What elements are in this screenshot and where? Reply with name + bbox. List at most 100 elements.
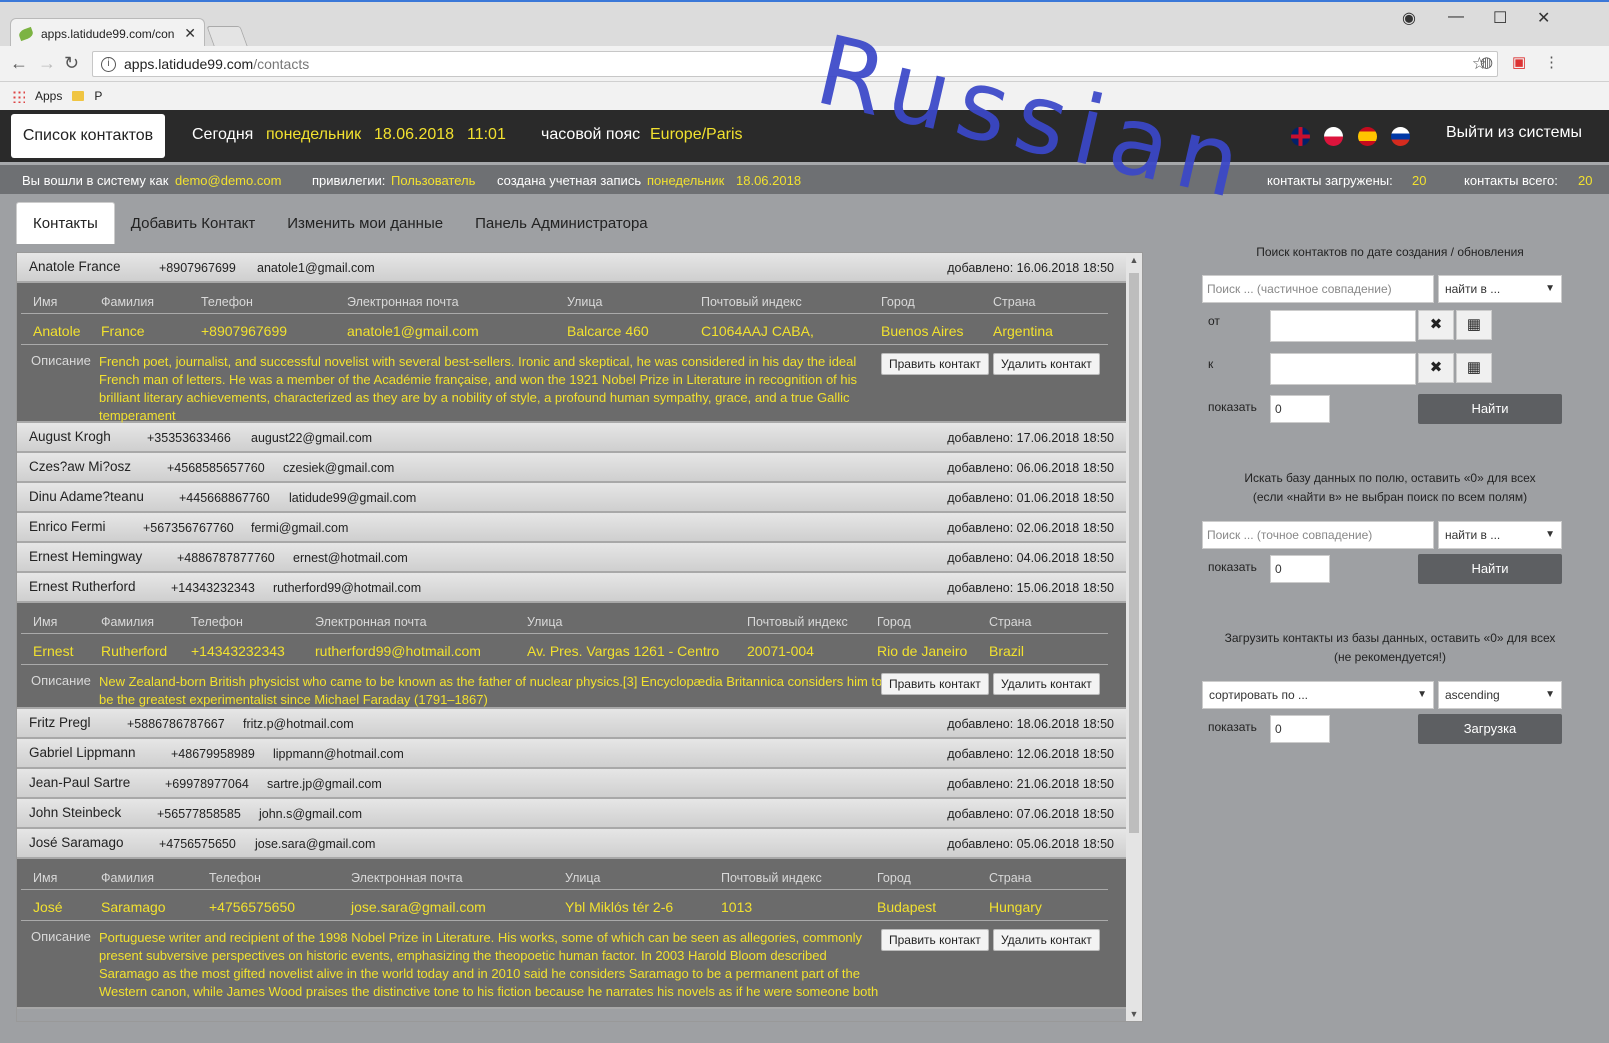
field-find-in-select[interactable]: найти в ... ▼ <box>1438 521 1562 549</box>
show-count-input[interactable]: 0 <box>1270 395 1330 423</box>
contact-row[interactable]: Ernest Hemingway +4886787877760 ernest@h… <box>17 543 1128 573</box>
clear-x-icon[interactable]: ✖ <box>1418 310 1454 340</box>
contact-name: Anatole France <box>29 259 121 274</box>
edit-contact-button[interactable]: Править контакт <box>881 673 989 695</box>
contact-name: Gabriel Lippmann <box>29 745 136 760</box>
contact-email: fritz.p@hotmail.com <box>243 717 354 731</box>
header-street: Улица <box>527 615 563 629</box>
delete-contact-button[interactable]: Удалить контакт <box>993 929 1100 951</box>
new-tab-button[interactable] <box>206 26 248 46</box>
delete-contact-button[interactable]: Удалить контакт <box>993 353 1100 375</box>
contact-row[interactable]: Gabriel Lippmann +48679958989 lippmann@h… <box>17 739 1128 769</box>
uk-flag-icon[interactable] <box>1291 127 1310 146</box>
contact-phone: +567356767760 <box>143 521 234 535</box>
contact-added: добавлено: 02.06.2018 18:50 <box>947 521 1114 535</box>
field-search-subtitle: (если «найти в» не выбран поиск по всем … <box>1252 490 1528 504</box>
date-search-input[interactable]: Поиск ... (частичное совпадение) <box>1202 275 1434 303</box>
contact-added: добавлено: 07.06.2018 18:50 <box>947 807 1114 821</box>
header-last: Фамилия <box>101 871 155 885</box>
contact-row[interactable]: Fritz Pregl +5886786787667 fritz.p@hotma… <box>17 709 1128 739</box>
edit-contact-button[interactable]: Править контакт <box>881 929 989 951</box>
created-day: понедельник <box>647 173 725 188</box>
contact-row[interactable]: Dinu Adame?teanu +445668867760 latidude9… <box>17 483 1128 513</box>
detail-last: Saramago <box>101 899 166 915</box>
back-icon[interactable]: ← <box>10 53 28 74</box>
contact-name: John Steinbeck <box>29 805 122 820</box>
load-button[interactable]: Загрузка <box>1418 714 1562 744</box>
header-first: Имя <box>33 295 58 309</box>
find-button[interactable]: Найти <box>1418 394 1562 424</box>
tab-edit-my-data[interactable]: Изменить мои данные <box>271 202 459 244</box>
delete-contact-button[interactable]: Удалить контакт <box>993 673 1100 695</box>
contact-row[interactable]: Jean-Paul Sartre +69978977064 sartre.jp@… <box>17 769 1128 799</box>
minimize-icon[interactable]: — <box>1448 8 1464 26</box>
privileges-value: Пользователь <box>391 173 476 188</box>
tab-contacts[interactable]: Контакты <box>16 202 115 244</box>
header-last: Фамилия <box>101 615 155 629</box>
detail-phone: +8907967699 <box>201 323 288 339</box>
list-scrollbar[interactable]: ▲ ▼ <box>1126 253 1142 1021</box>
contacts-list[interactable]: Anatole France +8907967699 anatole1@gmai… <box>16 252 1143 1022</box>
scroll-up-icon[interactable]: ▲ <box>1126 255 1142 265</box>
timezone-value: Europe/Paris <box>650 126 743 143</box>
contact-row[interactable]: John Steinbeck +56577858585 john.s@gmail… <box>17 799 1128 829</box>
poland-flag-icon[interactable] <box>1324 127 1343 146</box>
info-icon[interactable]: i <box>101 56 116 72</box>
sort-order-select[interactable]: ascending ▼ <box>1438 681 1562 709</box>
from-date-input[interactable] <box>1270 310 1416 342</box>
contact-name: Enrico Fermi <box>29 519 106 534</box>
sort-by-select[interactable]: сортировать по ... ▼ <box>1202 681 1434 709</box>
contact-row[interactable]: Anatole France +8907967699 anatole1@gmai… <box>17 253 1128 283</box>
profile-icon[interactable]: ◉ <box>1402 8 1416 28</box>
scroll-thumb[interactable] <box>1129 273 1139 833</box>
calendar-grid-icon[interactable]: ▦ <box>1456 310 1492 340</box>
extension-globe-icon[interactable]: ◍ <box>1480 53 1493 71</box>
menu-dots-icon[interactable]: ⋮ <box>1544 53 1559 71</box>
contact-phone: +48679958989 <box>171 747 255 761</box>
contact-name: August Krogh <box>29 429 111 444</box>
close-tab-icon[interactable]: ✕ <box>184 25 196 42</box>
contact-row[interactable]: August Krogh +35353633466 august22@gmail… <box>17 423 1128 453</box>
edit-contact-button[interactable]: Править контакт <box>881 353 989 375</box>
header-first: Имя <box>33 615 58 629</box>
clear-x-icon[interactable]: ✖ <box>1418 353 1454 383</box>
header-phone: Телефон <box>191 615 243 629</box>
show-count-input[interactable]: 0 <box>1270 715 1330 743</box>
contact-added: добавлено: 16.06.2018 18:50 <box>947 261 1114 275</box>
contact-row[interactable]: José Saramago +4756575650 jose.sara@gmai… <box>17 829 1128 859</box>
bookmark-apps[interactable]: Apps <box>35 89 62 103</box>
scroll-down-icon[interactable]: ▼ <box>1126 1009 1142 1019</box>
reload-icon[interactable]: ↻ <box>64 53 79 74</box>
detail-email: rutherford99@hotmail.com <box>315 643 481 659</box>
forward-icon[interactable]: → <box>38 53 56 74</box>
detail-phone: +14343232343 <box>191 643 285 659</box>
extension-badge-icon[interactable]: ▣ <box>1512 53 1526 71</box>
contact-row[interactable]: Czes?aw Mi?osz +4568585657760 czesiek@gm… <box>17 453 1128 483</box>
contact-row[interactable]: Ernest Rutherford +14343232343 rutherfor… <box>17 573 1128 603</box>
maximize-icon[interactable]: ☐ <box>1493 8 1507 28</box>
brand-button[interactable]: Список контактов <box>11 114 165 158</box>
contact-row[interactable]: Enrico Fermi +567356767760 fermi@gmail.c… <box>17 513 1128 543</box>
browser-tab[interactable]: apps.latidude99.com/con ✕ <box>10 18 205 48</box>
header-first: Имя <box>33 871 58 885</box>
russia-flag-icon[interactable] <box>1391 127 1410 146</box>
find-button[interactable]: Найти <box>1418 554 1562 584</box>
to-date-input[interactable] <box>1270 353 1416 385</box>
address-bar[interactable]: i apps.latidude99.com/contacts ☆ <box>92 51 1498 77</box>
calendar-grid-icon[interactable]: ▦ <box>1456 353 1492 383</box>
detail-city: Buenos Aires <box>881 323 964 339</box>
header-street: Улица <box>565 871 601 885</box>
logout-link[interactable]: Выйти из системы <box>1446 124 1582 142</box>
close-window-icon[interactable]: ✕ <box>1537 8 1550 28</box>
tab-add-contact[interactable]: Добавить Контакт <box>115 202 271 244</box>
bookmark-p[interactable]: P <box>94 89 102 103</box>
today-day: понедельник <box>266 126 362 143</box>
date-find-in-select[interactable]: найти в ... ▼ <box>1438 275 1562 303</box>
folder-icon[interactable] <box>72 91 85 101</box>
apps-grid-icon[interactable] <box>12 89 25 103</box>
tab-admin-panel[interactable]: Панель Администратора <box>459 202 664 244</box>
spain-flag-icon[interactable] <box>1358 127 1377 146</box>
detail-last: France <box>101 323 145 339</box>
show-count-input[interactable]: 0 <box>1270 555 1330 583</box>
field-search-input[interactable]: Поиск ... (точное совпадение) <box>1202 521 1434 549</box>
